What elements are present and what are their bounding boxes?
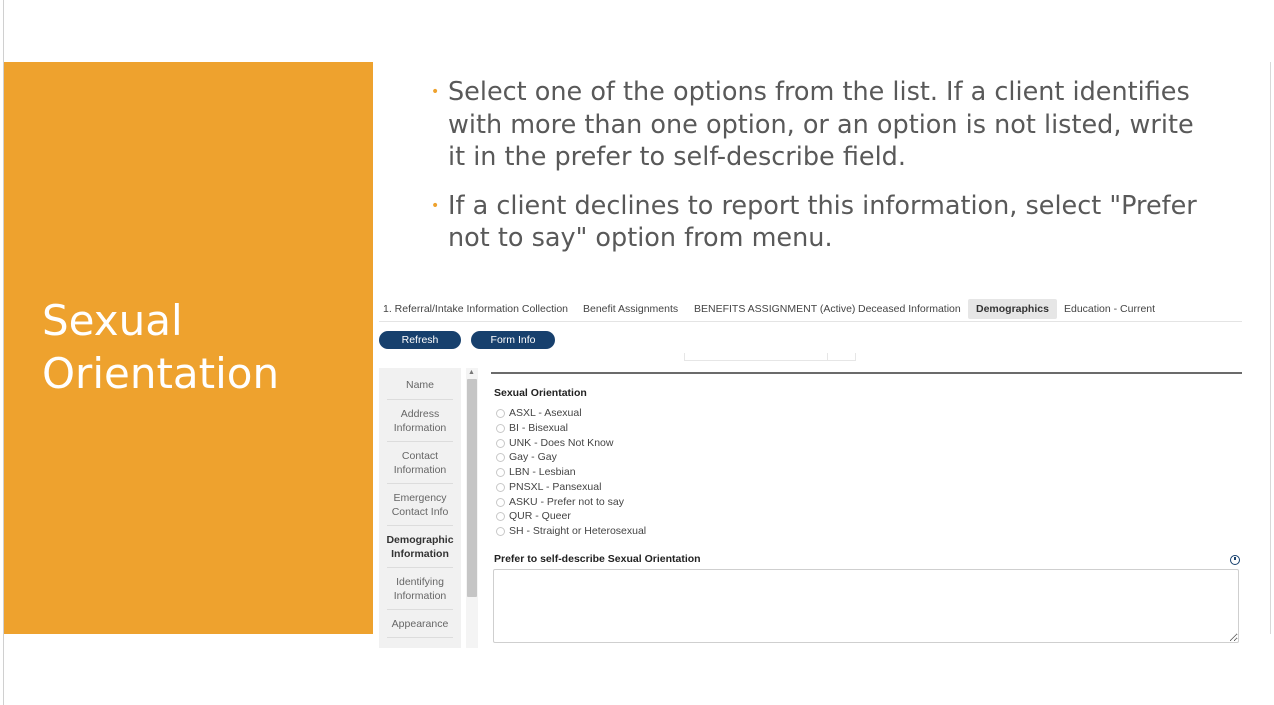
radio-label: LBN - Lesbian — [509, 466, 576, 478]
radio-button[interactable] — [496, 467, 505, 477]
radio-button[interactable] — [496, 482, 505, 492]
radio-option-lesbian[interactable]: LBN - Lesbian — [496, 465, 576, 479]
slide-edge-right — [1270, 62, 1271, 634]
radio-button[interactable] — [496, 497, 505, 507]
tab-deceased-information[interactable]: Deceased Information — [858, 299, 961, 319]
form-info-button[interactable]: Form Info — [471, 331, 555, 349]
section-divider — [491, 372, 1242, 374]
radio-label: BI - Bisexual — [509, 422, 568, 434]
tab-referral-intake[interactable]: 1. Referral/Intake Information Collectio… — [383, 299, 568, 319]
self-describe-textarea[interactable] — [493, 569, 1239, 643]
self-describe-label: Prefer to self-describe Sexual Orientati… — [494, 553, 701, 565]
radio-option-straight[interactable]: SH - Straight or Heterosexual — [496, 524, 646, 538]
radio-label: ASXL - Asexual — [509, 407, 582, 419]
scroll-up-arrow-icon[interactable]: ▲ — [468, 369, 475, 377]
form-tabs: 1. Referral/Intake Information Collectio… — [379, 296, 1242, 322]
sidenav-item-identifying-information[interactable]: Identifying Information — [387, 568, 453, 610]
tab-benefits-assignment-active[interactable]: BENEFITS ASSIGNMENT (Active) — [694, 299, 855, 319]
title-panel: Sexual Orientation — [4, 62, 373, 634]
slide-title-line-2: Orientation — [42, 349, 280, 398]
scrollbar-thumb[interactable] — [467, 379, 477, 597]
radio-option-does-not-know[interactable]: UNK - Does Not Know — [496, 436, 613, 450]
radio-option-bisexual[interactable]: BI - Bisexual — [496, 421, 568, 435]
tab-benefit-assignments[interactable]: Benefit Assignments — [583, 299, 678, 319]
radio-label: ASKU - Prefer not to say — [509, 496, 624, 508]
sidenav-item-address-information[interactable]: Address Information — [387, 400, 453, 442]
radio-label: QUR - Queer — [509, 510, 571, 522]
sidenav-item-appearance[interactable]: Appearance — [387, 610, 453, 638]
radio-option-asexual[interactable]: ASXL - Asexual — [496, 406, 582, 420]
help-icon[interactable] — [1230, 555, 1240, 565]
radio-option-gay[interactable]: Gay - Gay — [496, 450, 557, 464]
radio-label: PNSXL - Pansexual — [509, 481, 602, 493]
bullet-text: If a client declines to report this info… — [448, 190, 1197, 254]
radio-option-queer[interactable]: QUR - Queer — [496, 509, 571, 523]
radio-option-pansexual[interactable]: PNSXL - Pansexual — [496, 480, 601, 494]
app-screenshot: 1. Referral/Intake Information Collectio… — [379, 296, 1242, 648]
radio-button[interactable] — [496, 452, 505, 462]
bullet-item: • Select one of the options from the lis… — [430, 76, 1210, 174]
radio-label: SH - Straight or Heterosexual — [509, 525, 647, 537]
bullet-text: Select one of the options from the list.… — [448, 77, 1194, 172]
sidenav-scrollbar[interactable]: ▲ — [466, 368, 478, 648]
slide-title: Sexual Orientation — [42, 294, 279, 400]
collapsed-select-divider — [827, 353, 828, 361]
bullet-list: • Select one of the options from the lis… — [430, 76, 1210, 271]
radio-button[interactable] — [496, 511, 505, 521]
bullet-dot-icon: • — [431, 84, 440, 100]
sexual-orientation-label: Sexual Orientation — [494, 387, 587, 399]
sidenav-item-demographic-information[interactable]: Demographic Information — [386, 526, 454, 568]
tab-education-current[interactable]: Education - Current — [1064, 299, 1155, 319]
collapsed-select[interactable] — [684, 353, 856, 361]
sidenav-item-emergency-contact-info[interactable]: Emergency Contact Info — [387, 484, 453, 526]
section-sidenav: Name Address Information Contact Informa… — [379, 368, 461, 648]
radio-button[interactable] — [496, 438, 505, 448]
bullet-dot-icon: • — [431, 197, 440, 214]
radio-option-prefer-not-to-say[interactable]: ASKU - Prefer not to say — [496, 495, 624, 509]
radio-button[interactable] — [496, 408, 505, 418]
tab-demographics[interactable]: Demographics — [968, 299, 1057, 319]
radio-button[interactable] — [496, 423, 505, 433]
radio-label: UNK - Does Not Know — [509, 437, 614, 449]
refresh-button[interactable]: Refresh — [379, 331, 461, 349]
radio-button[interactable] — [496, 526, 505, 536]
sidenav-item-contact-information[interactable]: Contact Information — [387, 442, 453, 484]
sidenav-item-name[interactable]: Name — [387, 370, 453, 400]
slide-title-line-1: Sexual — [42, 296, 183, 345]
bullet-item: • If a client declines to report this in… — [430, 190, 1210, 255]
radio-label: Gay - Gay — [509, 451, 557, 463]
